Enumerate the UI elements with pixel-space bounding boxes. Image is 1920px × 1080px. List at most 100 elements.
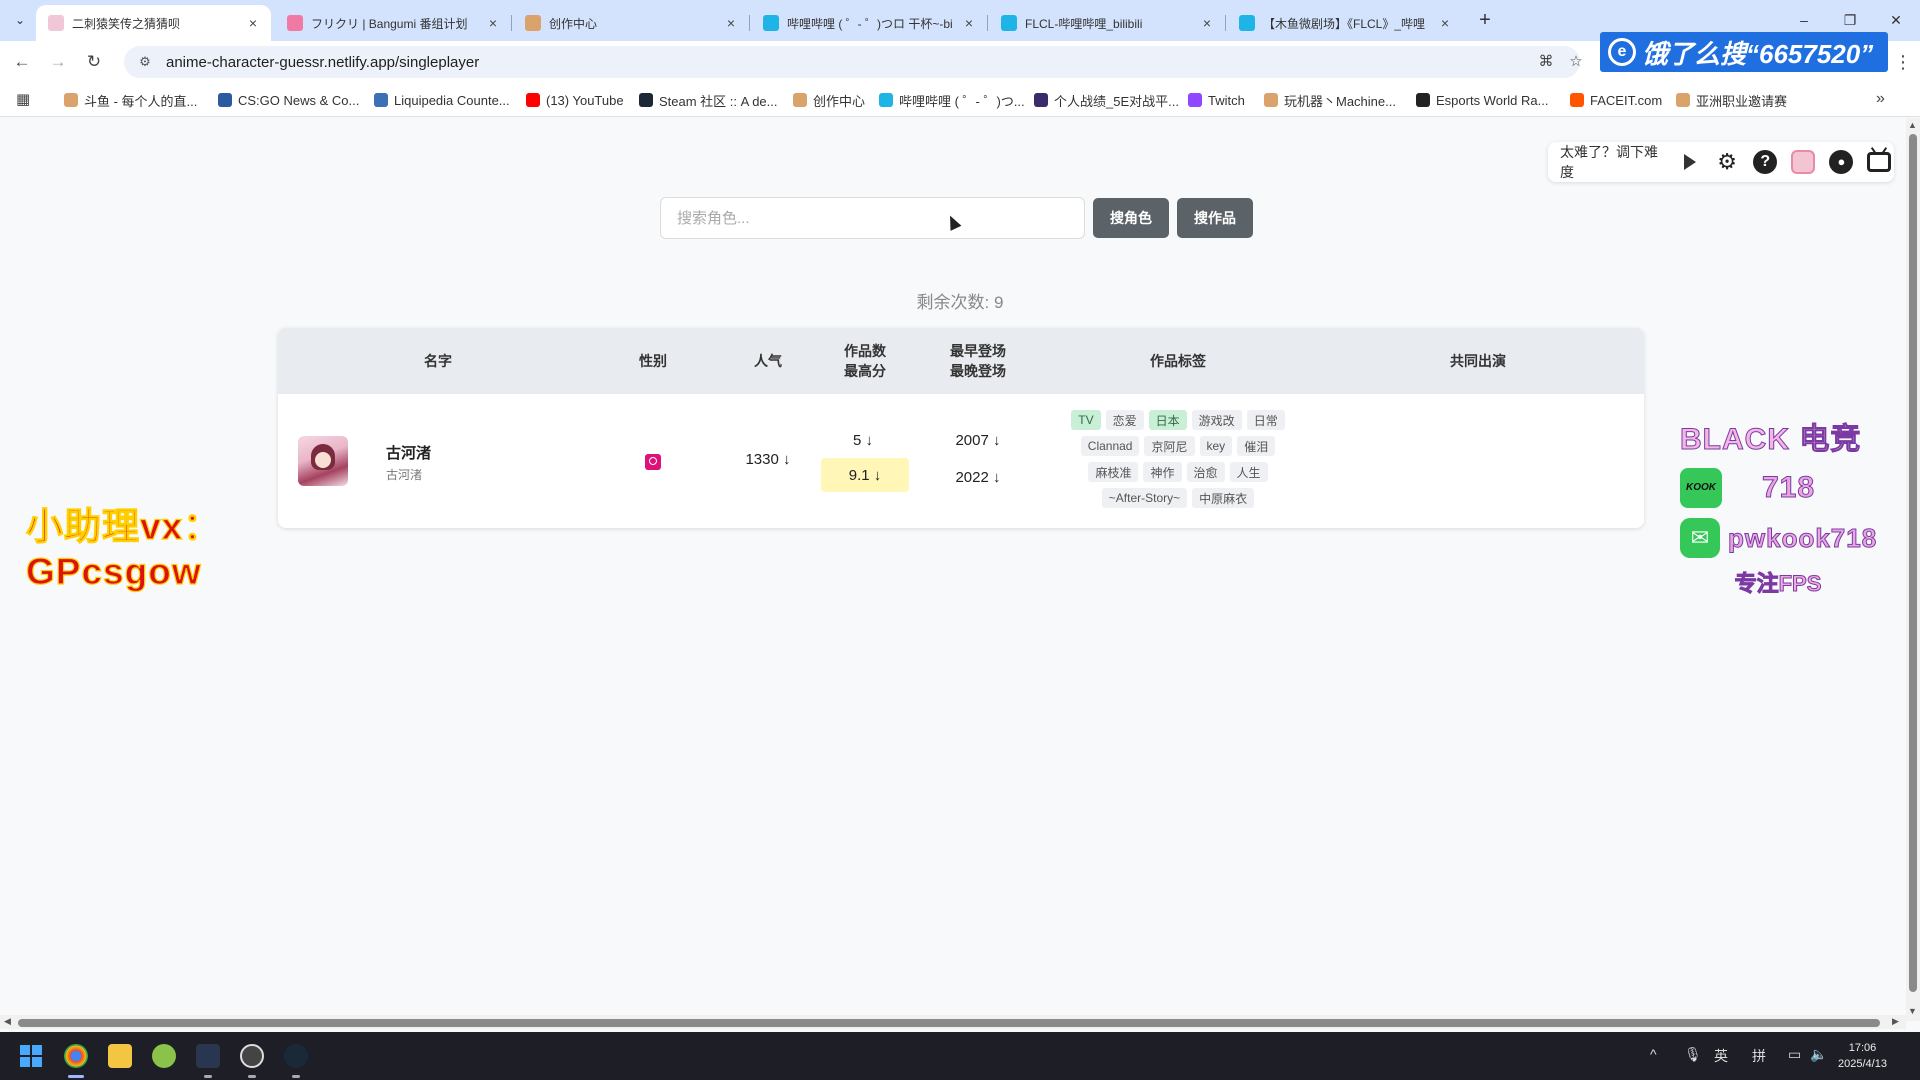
bookmark-item[interactable]: Steam 社区 :: A de... (639, 91, 778, 109)
avatar-icon[interactable] (1789, 147, 1818, 177)
bookmark-item[interactable]: (13) YouTube (526, 91, 624, 109)
bookmark-favicon-icon (374, 93, 388, 107)
tab-close-icon[interactable]: × (1437, 15, 1453, 31)
app-icon[interactable] (152, 1044, 176, 1068)
tab-title: 二刺猿笑传之猜猜呗 (72, 16, 181, 31)
translate-icon[interactable]: ⌘ (1534, 50, 1558, 74)
tab-favicon-icon (1001, 15, 1017, 31)
bookmark-favicon-icon (1264, 93, 1278, 107)
network-icon[interactable]: ▭ (1788, 1046, 1801, 1063)
header-shared: 共同出演 (1450, 353, 1506, 369)
play-icon[interactable] (1675, 147, 1704, 177)
back-button[interactable]: ← (8, 48, 36, 76)
tab-close-icon[interactable]: × (245, 15, 261, 31)
bookmark-label: 玩机器丶Machine... (1284, 93, 1396, 109)
team-overlay: BLACK 电竞 KOOK 718 ✉ pwkook718 专注FPS (1680, 414, 1916, 598)
bookmark-item[interactable]: Liquipedia Counte... (374, 91, 510, 109)
site-info-icon[interactable]: ⚙ (130, 54, 160, 70)
browser-menu-icon[interactable]: ⋮ (1894, 48, 1912, 76)
bookmark-star-icon[interactable]: ☆ (1564, 50, 1588, 74)
app-running-indicator (292, 1075, 300, 1078)
tab-bilibili-home[interactable]: 哔哩哔哩 ( ゜- ゜)つロ 干杯~-bi × (751, 5, 988, 41)
tab-creator-center[interactable]: 创作中心 × (513, 5, 750, 41)
url-text[interactable]: anime-character-guessr.netlify.app/singl… (166, 54, 479, 71)
tab-search-icon[interactable]: ⌄ (8, 8, 32, 32)
top-controls: 太难了？调下难度 ⚙ ? ● (1548, 142, 1894, 182)
bookmark-label: 个人战绩_5E对战平... (1054, 93, 1179, 109)
volume-icon[interactable]: 🔈 (1810, 1046, 1827, 1063)
ime-indicator[interactable]: 拼 (1752, 1046, 1766, 1066)
bookmark-label: 哔哩哔哩 ( ゜- ゜)つ... (899, 93, 1025, 109)
bookmark-item[interactable]: 个人战绩_5E对战平... (1034, 91, 1179, 109)
kook-badge-icon: KOOK (1680, 468, 1722, 508)
bookmark-favicon-icon (1188, 93, 1202, 107)
scroll-left-icon[interactable]: ◀ (4, 1016, 11, 1027)
reload-button[interactable]: ↻ (80, 48, 108, 76)
vertical-scroll-thumb[interactable] (1909, 134, 1917, 992)
bookmark-item[interactable]: Twitch (1188, 91, 1245, 109)
address-bar[interactable]: ⚙ anime-character-guessr.netlify.app/sin… (124, 46, 1580, 78)
work-tag: key (1199, 436, 1233, 456)
bookmark-item[interactable]: 亚洲职业邀请赛 (1676, 91, 1787, 109)
bookmark-label: FACEIT.com (1590, 92, 1663, 108)
search-input[interactable] (660, 197, 1085, 239)
search-character-button[interactable]: 搜角色 (1093, 198, 1169, 238)
tray-overflow-icon[interactable]: ^ (1650, 1046, 1657, 1062)
bookmark-item[interactable]: 玩机器丶Machine... (1264, 91, 1396, 109)
scroll-right-icon[interactable]: ▶ (1892, 1016, 1899, 1027)
bookmark-item[interactable]: 哔哩哔哩 ( ゜- ゜)つ... (879, 91, 1025, 109)
scroll-down-icon[interactable]: ▼ (1908, 1006, 1917, 1016)
tab-current[interactable]: 二刺猿笑传之猜猜呗 × (36, 5, 271, 41)
bookmark-favicon-icon (64, 93, 78, 107)
tab-close-icon[interactable]: × (961, 15, 977, 31)
assistant-overlay: 小助理vx： GPcsgow (25, 504, 221, 594)
character-name: 古河渚 (386, 445, 432, 462)
bookmark-label: CS:GO News & Co... (238, 92, 360, 108)
microphone-icon[interactable]: 🎙 (1684, 1046, 1702, 1063)
obs-icon[interactable] (240, 1044, 264, 1068)
tab-close-icon[interactable]: × (723, 15, 739, 31)
new-tab-button[interactable]: + (1472, 8, 1498, 34)
clock[interactable]: 17:06 2025/4/13 (1838, 1040, 1887, 1072)
language-indicator[interactable]: 英 (1714, 1046, 1728, 1066)
bookmark-label: 斗鱼 - 每个人的直... (84, 93, 198, 109)
bookmark-favicon-icon (1034, 93, 1048, 107)
tab-close-icon[interactable]: × (1199, 15, 1215, 31)
tab-divider (749, 15, 750, 31)
earliest-year-value: 2007 ↓ (955, 432, 1001, 449)
windows-start-icon[interactable] (20, 1045, 42, 1067)
bilibili-icon[interactable] (1865, 147, 1894, 177)
bookmarks-overflow-icon[interactable]: » (1876, 90, 1885, 108)
tab-flcl-theater[interactable]: 【木鱼微剧场】《FLCL》_哔哩 × (1227, 5, 1463, 41)
app-icon[interactable] (196, 1044, 220, 1068)
vertical-scrollbar[interactable]: ▲ ▼ (1906, 118, 1920, 1021)
horizontal-scrollbar[interactable]: ◀ ▶ (0, 1015, 1906, 1029)
kook-id: 718 (1761, 471, 1816, 505)
forward-button[interactable]: → (44, 48, 72, 76)
bookmark-item[interactable]: CS:GO News & Co... (218, 91, 359, 109)
wechat-id: pwkook718 (1727, 522, 1878, 553)
gear-icon[interactable]: ⚙ (1713, 147, 1742, 177)
github-icon[interactable]: ● (1827, 147, 1856, 177)
work-tag: 中原麻衣 (1192, 488, 1255, 508)
tab-bangumi[interactable]: フリクリ | Bangumi 番组计划 × (275, 5, 512, 41)
search-work-button[interactable]: 搜作品 (1177, 198, 1253, 238)
tab-flcl-bilibili[interactable]: FLCL-哔哩哔哩_bilibili × (989, 5, 1226, 41)
bookmark-item[interactable]: 创作中心 (793, 91, 865, 109)
help-icon[interactable]: ? (1751, 147, 1780, 177)
bookmark-label: Liquipedia Counte... (394, 92, 510, 108)
steam-icon[interactable] (284, 1044, 308, 1068)
bookmark-label: (13) YouTube (546, 92, 624, 108)
tab-title: フリクリ | Bangumi 番组计划 (311, 16, 468, 31)
horizontal-scroll-thumb[interactable] (18, 1019, 1880, 1027)
apps-grid-icon[interactable]: ▦ (16, 91, 34, 109)
header-popularity: 人气 (754, 353, 782, 369)
scroll-up-icon[interactable]: ▲ (1908, 120, 1917, 130)
bookmark-item[interactable]: FACEIT.com (1570, 91, 1662, 109)
tab-favicon-icon (48, 15, 64, 31)
bookmark-item[interactable]: Esports World Ra... (1416, 91, 1548, 109)
tab-close-icon[interactable]: × (485, 15, 501, 31)
bookmark-item[interactable]: 斗鱼 - 每个人的直... (64, 91, 197, 109)
chrome-icon[interactable] (64, 1044, 88, 1068)
file-explorer-icon[interactable] (108, 1044, 132, 1068)
